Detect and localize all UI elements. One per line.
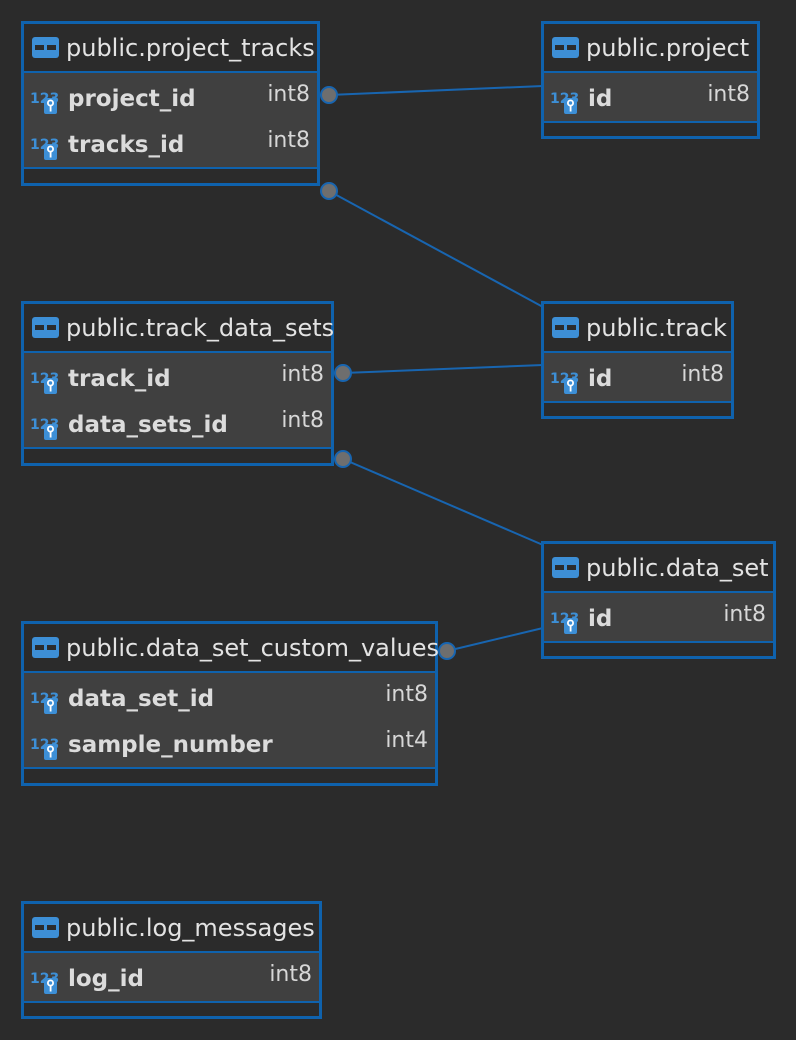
column-name: log_id	[68, 966, 144, 992]
entity-title: public.data_set	[586, 553, 769, 582]
entity-footer	[24, 167, 317, 179]
entity-footer	[24, 1001, 319, 1013]
column-name: project_id	[68, 86, 196, 112]
table-icon	[32, 37, 59, 58]
entity-project[interactable]: public.project 123 id int8	[541, 21, 760, 139]
column-list: 123 project_id int8 123 tracks_id int8	[24, 73, 317, 167]
entity-header[interactable]: public.project	[544, 24, 757, 73]
column-type: int8	[707, 82, 750, 107]
key-column-icon: 123	[30, 416, 64, 440]
entity-title: public.project	[586, 33, 750, 62]
column-name: id	[588, 366, 613, 392]
key-column-icon: 123	[30, 970, 64, 994]
entity-title: public.track	[586, 313, 727, 342]
column-name: sample_number	[68, 732, 273, 758]
column-type: int8	[723, 602, 766, 627]
column-type: int4	[385, 728, 428, 753]
connector-dot[interactable]	[334, 364, 352, 382]
entity-title: public.data_set_custom_values	[66, 633, 440, 662]
table-icon	[32, 637, 59, 658]
entity-header[interactable]: public.track_data_sets	[24, 304, 335, 353]
column-type: int8	[269, 962, 312, 987]
key-column-icon: 123	[30, 370, 64, 394]
column-name: id	[588, 606, 613, 632]
connector-dot[interactable]	[438, 642, 456, 660]
column-row[interactable]: 123 data_set_id int8	[24, 675, 435, 721]
entity-track[interactable]: public.track 123 id int8	[541, 301, 734, 419]
key-column-icon: 123	[550, 90, 584, 114]
column-name: track_id	[68, 366, 171, 392]
key-column-icon: 123	[30, 690, 64, 714]
table-icon	[552, 557, 579, 578]
column-row[interactable]: 123 id int8	[544, 355, 731, 401]
column-row[interactable]: 123 track_id int8	[24, 355, 331, 401]
connector-dot[interactable]	[320, 86, 338, 104]
column-row[interactable]: 123 project_id int8	[24, 75, 317, 121]
column-type: int8	[385, 682, 428, 707]
link-track-data-sets-to-data-set[interactable]	[342, 458, 544, 546]
entity-title: public.track_data_sets	[66, 313, 335, 342]
connector-dot[interactable]	[320, 182, 338, 200]
connector-dot[interactable]	[334, 450, 352, 468]
entity-footer	[544, 401, 731, 413]
column-list: 123 id int8	[544, 593, 773, 641]
entity-log-messages[interactable]: public.log_messages 123 log_id int8	[21, 901, 322, 1019]
entity-header[interactable]: public.data_set	[544, 544, 773, 593]
entity-footer	[24, 447, 331, 459]
key-column-icon: 123	[30, 90, 64, 114]
entity-data-set[interactable]: public.data_set 123 id int8	[541, 541, 776, 659]
column-list: 123 id int8	[544, 73, 757, 121]
table-icon	[552, 37, 579, 58]
entity-header[interactable]: public.project_tracks	[24, 24, 317, 73]
column-type: int8	[281, 408, 324, 433]
entity-track-data-sets[interactable]: public.track_data_sets 123 track_id int8…	[21, 301, 334, 466]
column-row[interactable]: 123 tracks_id int8	[24, 121, 317, 167]
column-row[interactable]: 123 data_sets_id int8	[24, 401, 331, 447]
column-name: id	[588, 86, 613, 112]
column-name: tracks_id	[68, 132, 185, 158]
column-list: 123 id int8	[544, 353, 731, 401]
column-row[interactable]: 123 log_id int8	[24, 955, 319, 1001]
column-type: int8	[281, 362, 324, 387]
entity-title: public.log_messages	[66, 913, 315, 942]
entity-header[interactable]: public.track	[544, 304, 731, 353]
entity-footer	[24, 767, 435, 779]
entity-title: public.project_tracks	[66, 33, 315, 62]
column-row[interactable]: 123 sample_number int4	[24, 721, 435, 767]
table-icon	[32, 917, 59, 938]
link-track-data-sets-to-track[interactable]	[342, 364, 544, 374]
entity-data-set-custom-values[interactable]: public.data_set_custom_values 123 data_s…	[21, 621, 439, 786]
key-column-icon: 123	[30, 136, 64, 160]
key-column-icon: 123	[550, 610, 584, 634]
link-project-tracks-to-project[interactable]	[328, 85, 544, 96]
entity-project-tracks[interactable]: public.project_tracks 123 project_id int…	[21, 21, 320, 186]
entity-header[interactable]: public.data_set_custom_values	[24, 624, 439, 673]
column-type: int8	[267, 82, 310, 107]
column-type: int8	[267, 128, 310, 153]
column-name: data_sets_id	[68, 412, 228, 438]
entity-footer	[544, 641, 773, 653]
column-list: 123 log_id int8	[24, 953, 319, 1001]
entity-header[interactable]: public.log_messages	[24, 904, 319, 953]
table-icon	[552, 317, 579, 338]
column-row[interactable]: 123 id int8	[544, 75, 757, 121]
link-project-tracks-to-track[interactable]	[328, 190, 544, 308]
key-column-icon: 123	[550, 370, 584, 394]
entity-footer	[544, 121, 757, 133]
column-list: 123 track_id int8 123 data_sets_id int8	[24, 353, 331, 447]
column-list: 123 data_set_id int8 123 sample_number i…	[24, 673, 435, 767]
key-column-icon: 123	[30, 736, 64, 760]
table-icon	[32, 317, 59, 338]
link-custom-values-to-data-set[interactable]	[446, 627, 544, 652]
column-name: data_set_id	[68, 686, 215, 712]
column-type: int8	[681, 362, 724, 387]
column-row[interactable]: 123 id int8	[544, 595, 773, 641]
